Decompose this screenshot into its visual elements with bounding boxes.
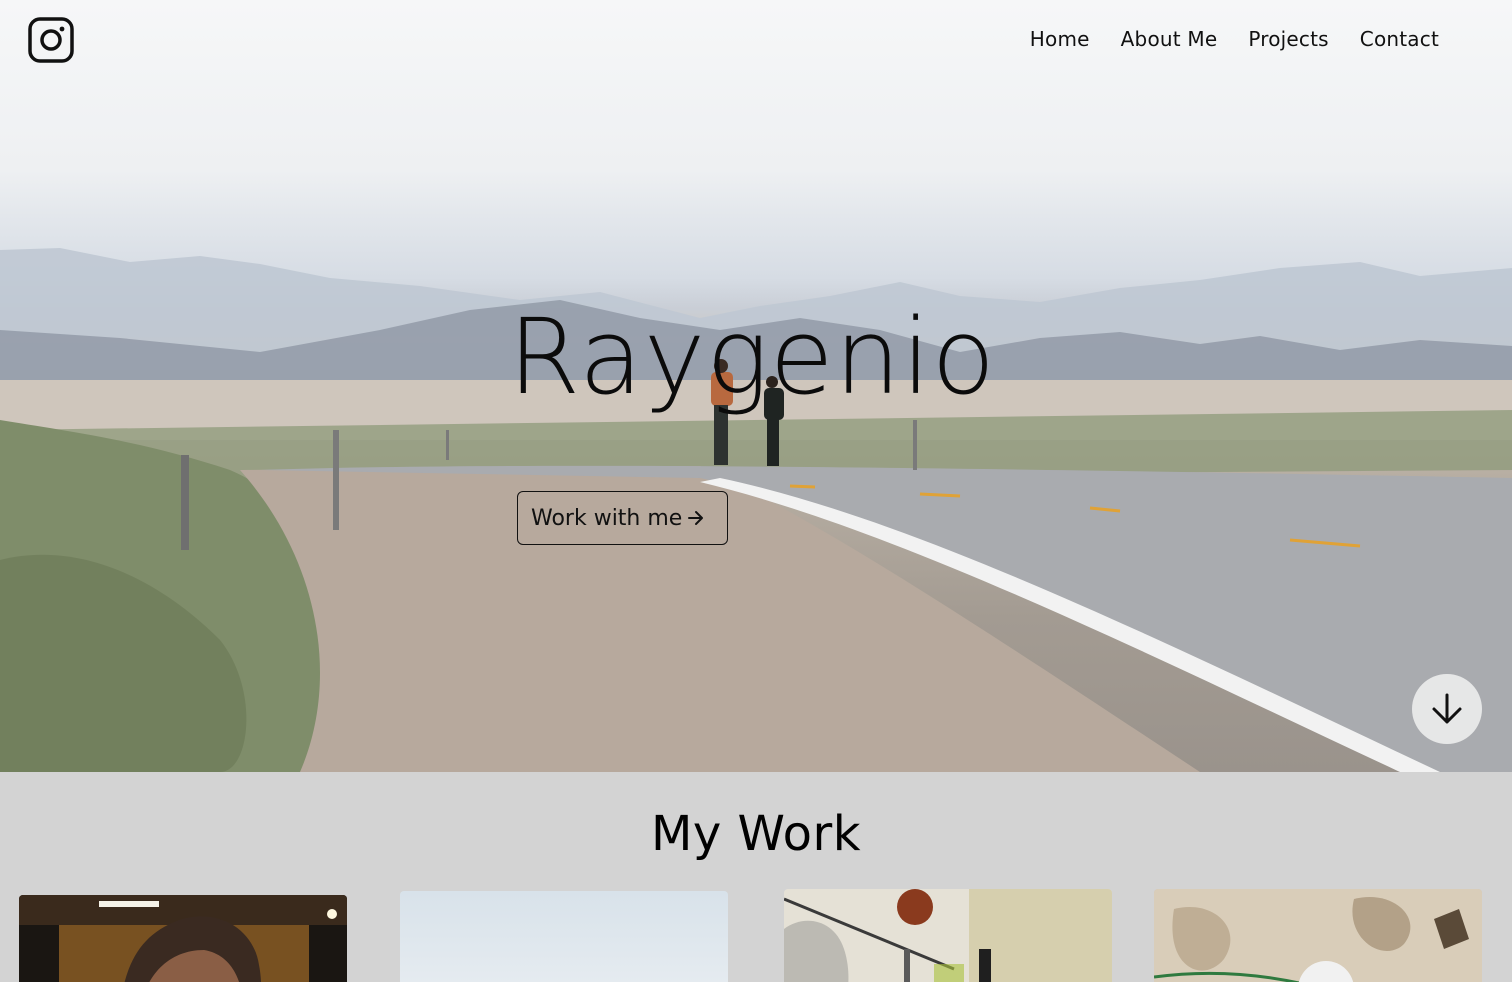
project-card-2[interactable] <box>400 891 728 982</box>
main-nav: Home About Me Projects Contact <box>1030 27 1439 51</box>
project-image-gym <box>784 889 1112 982</box>
instagram-icon[interactable] <box>27 16 75 64</box>
arrow-right-icon <box>688 511 704 525</box>
work-with-me-label: Work with me <box>531 505 683 531</box>
section-title: My Work <box>650 806 862 862</box>
project-image-sky <box>400 891 728 982</box>
project-card-4[interactable] <box>1154 889 1482 982</box>
nav-link-projects[interactable]: Projects <box>1248 27 1328 51</box>
nav-link-about-me[interactable]: About Me <box>1121 27 1218 51</box>
project-image-climbing <box>1154 889 1482 982</box>
project-card-1[interactable] <box>19 895 347 982</box>
scroll-down-button[interactable] <box>1412 674 1482 744</box>
my-work-section: My Work <box>0 772 1512 982</box>
arrow-down-icon <box>1432 693 1462 724</box>
project-image-barber <box>19 895 347 982</box>
hero-title: Raygenio <box>508 296 997 418</box>
work-with-me-button[interactable]: Work with me <box>517 491 728 545</box>
nav-link-contact[interactable]: Contact <box>1360 27 1439 51</box>
nav-link-home[interactable]: Home <box>1030 27 1090 51</box>
hero-section: Home About Me Projects Contact Raygenio … <box>0 0 1512 772</box>
project-card-3[interactable] <box>784 889 1112 982</box>
